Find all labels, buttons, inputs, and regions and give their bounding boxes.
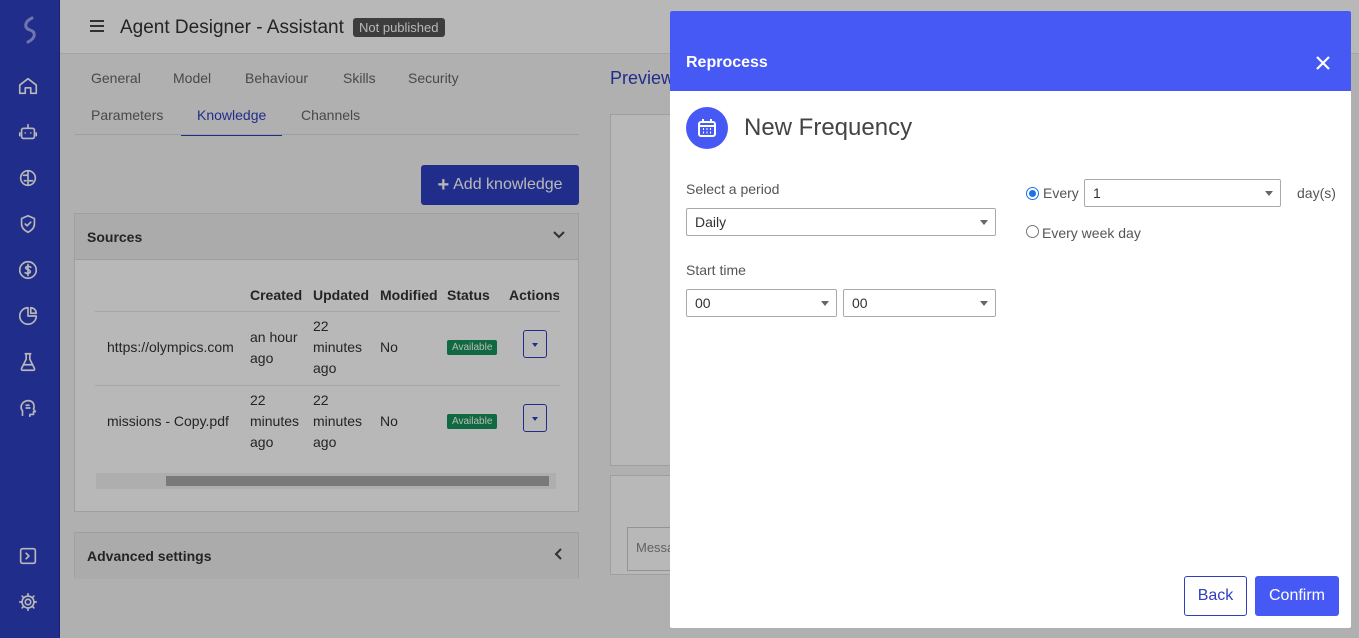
every-count-select[interactable]: 1 xyxy=(1084,179,1281,207)
modal-header: Reprocess xyxy=(670,11,1351,91)
modal-title: New Frequency xyxy=(744,114,913,141)
every-label: Every xyxy=(1043,185,1079,201)
modal-header-title: Reprocess xyxy=(686,54,768,71)
back-button[interactable]: Back xyxy=(1184,576,1247,616)
period-select[interactable]: Daily xyxy=(686,208,996,236)
hour-select[interactable]: 00 xyxy=(686,289,837,317)
minute-select[interactable]: 00 xyxy=(843,289,996,317)
confirm-button[interactable]: Confirm xyxy=(1255,576,1339,616)
every-radio[interactable] xyxy=(1026,187,1039,200)
day-unit-label: day(s) xyxy=(1297,185,1336,201)
week-day-radio[interactable] xyxy=(1026,225,1039,238)
calendar-icon xyxy=(686,107,728,149)
week-day-label: Every week day xyxy=(1042,225,1141,241)
start-time-label: Start time xyxy=(686,262,746,278)
close-icon[interactable] xyxy=(1315,55,1331,71)
period-label: Select a period xyxy=(686,181,780,197)
reprocess-modal: Reprocess New Frequency Select a period … xyxy=(670,11,1351,628)
